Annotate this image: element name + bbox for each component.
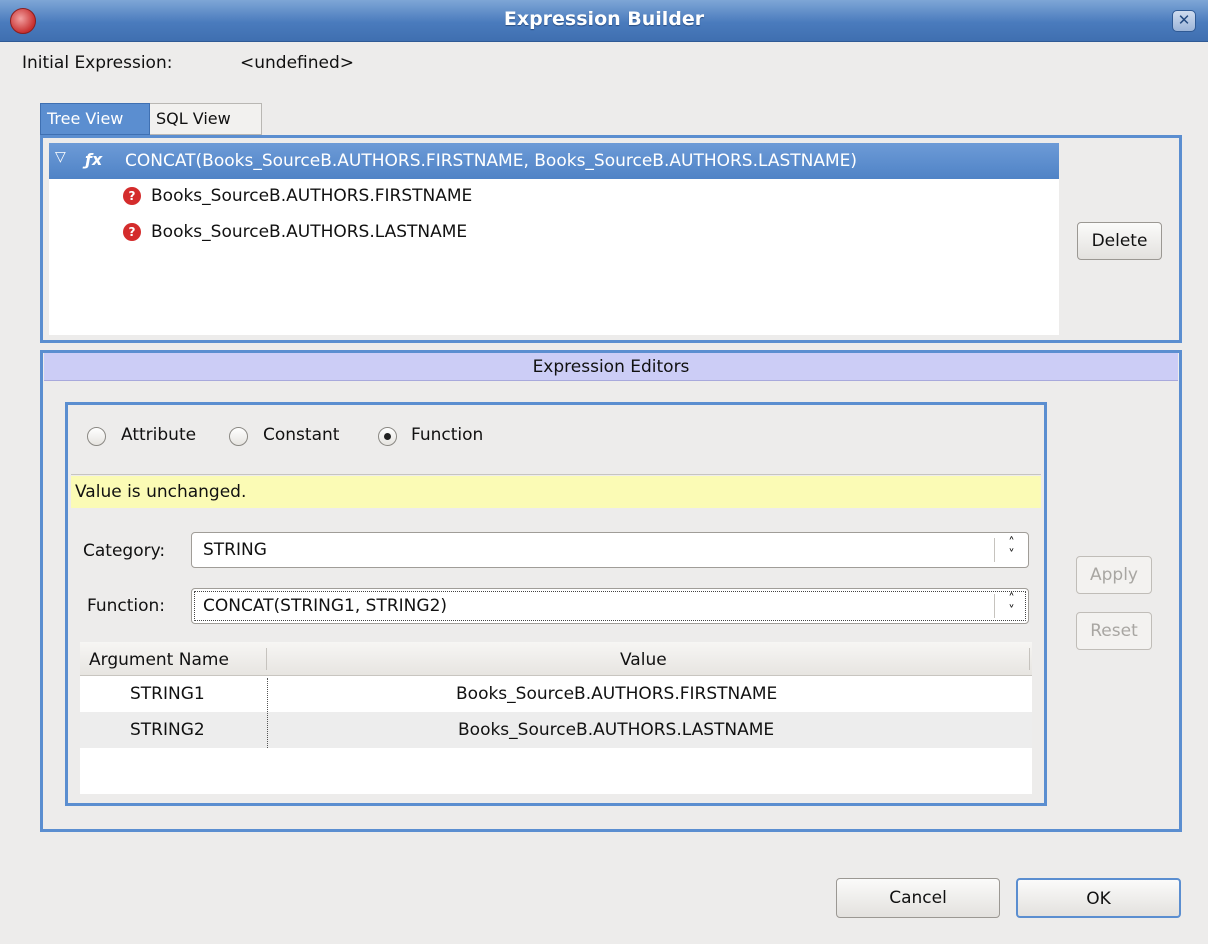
function-icon: ƒx xyxy=(85,150,103,169)
tree-child-label: Books_SourceB.AUTHORS.FIRSTNAME xyxy=(151,186,473,206)
tree-row-root[interactable]: ▽ ƒx CONCAT(Books_SourceB.AUTHORS.FIRSTN… xyxy=(49,143,1059,179)
tree-child-label: Books_SourceB.AUTHORS.LASTNAME xyxy=(151,222,468,242)
tab-sql-view[interactable]: SQL View xyxy=(150,103,262,135)
function-label: Function: xyxy=(87,596,166,616)
question-icon: ? xyxy=(123,187,141,205)
title-bar: Expression Builder ✕ xyxy=(0,0,1208,42)
expand-triangle-icon[interactable]: ▽ xyxy=(55,149,66,165)
radio-constant-label[interactable]: Constant xyxy=(263,425,339,445)
close-icon: ✕ xyxy=(1177,11,1191,29)
category-select[interactable]: STRING ˄ ˅ xyxy=(191,532,1029,568)
divider xyxy=(71,474,1041,475)
column-header-value[interactable]: Value xyxy=(620,650,667,670)
expression-editors-header: Expression Editors xyxy=(44,353,1178,381)
initial-expression-label: Initial Expression: xyxy=(22,53,173,73)
column-separator xyxy=(1029,648,1030,670)
argument-value-cell[interactable]: Books_SourceB.AUTHORS.LASTNAME xyxy=(458,720,774,740)
radio-function-label[interactable]: Function xyxy=(411,425,483,445)
category-select-value: STRING xyxy=(203,540,267,560)
radio-function[interactable] xyxy=(378,427,397,446)
question-icon: ? xyxy=(123,223,141,241)
argument-name-cell: STRING1 xyxy=(130,684,205,704)
radio-constant[interactable] xyxy=(229,427,248,446)
initial-expression-value: <undefined> xyxy=(240,53,355,73)
function-select[interactable]: CONCAT(STRING1, STRING2) ˄ ˅ xyxy=(191,588,1029,624)
ok-button[interactable]: OK xyxy=(1016,878,1181,918)
radio-selected-dot xyxy=(384,433,391,440)
tree-panel: ▽ ƒx CONCAT(Books_SourceB.AUTHORS.FIRSTN… xyxy=(40,135,1182,343)
function-select-value: CONCAT(STRING1, STRING2) xyxy=(203,596,448,616)
argument-name-cell: STRING2 xyxy=(130,720,205,740)
column-separator[interactable] xyxy=(266,648,267,670)
tree-row-child[interactable]: ? Books_SourceB.AUTHORS.FIRSTNAME xyxy=(49,179,1059,215)
cancel-button[interactable]: Cancel xyxy=(836,878,1000,918)
delete-button[interactable]: Delete xyxy=(1077,222,1162,260)
argument-value-cell[interactable]: Books_SourceB.AUTHORS.FIRSTNAME xyxy=(456,684,777,704)
tab-tree-view[interactable]: Tree View xyxy=(40,103,150,135)
status-message: Value is unchanged. xyxy=(71,476,1041,508)
updown-arrows-icon: ˄ ˅ xyxy=(994,537,1028,562)
radio-attribute-label[interactable]: Attribute xyxy=(121,425,196,445)
updown-arrows-icon: ˄ ˅ xyxy=(994,593,1028,618)
table-row[interactable]: STRING2 Books_SourceB.AUTHORS.LASTNAME xyxy=(80,712,1032,748)
radio-attribute[interactable] xyxy=(87,427,106,446)
reset-button[interactable]: Reset xyxy=(1076,612,1152,650)
apply-button[interactable]: Apply xyxy=(1076,556,1152,594)
column-header-argument-name[interactable]: Argument Name xyxy=(89,650,229,670)
category-label: Category: xyxy=(83,541,166,561)
tree-root-label: CONCAT(Books_SourceB.AUTHORS.FIRSTNAME, … xyxy=(125,151,858,171)
close-button[interactable]: ✕ xyxy=(1172,10,1196,32)
table-row[interactable]: STRING1 Books_SourceB.AUTHORS.FIRSTNAME xyxy=(80,676,1032,712)
tree-row-child[interactable]: ? Books_SourceB.AUTHORS.LASTNAME xyxy=(49,215,1059,251)
window-title: Expression Builder xyxy=(503,8,705,30)
